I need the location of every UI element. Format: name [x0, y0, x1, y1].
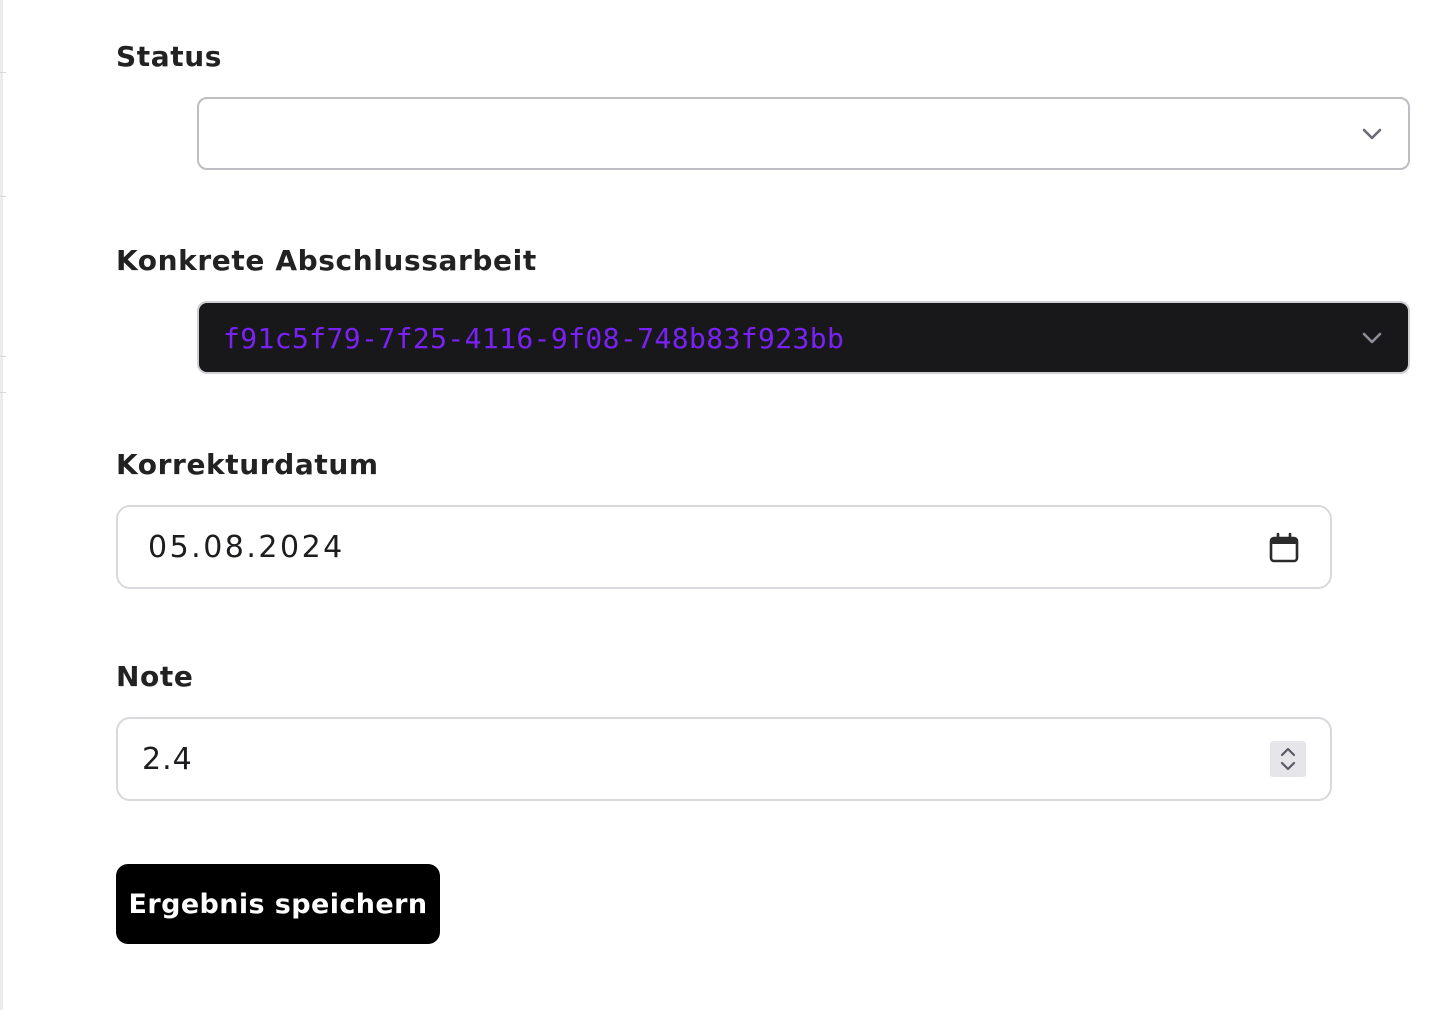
grade-value: 2.4	[142, 742, 193, 777]
edge-tick	[0, 72, 6, 73]
edge-tick	[0, 356, 6, 357]
edge-tick	[0, 392, 6, 393]
chevron-down-icon	[1362, 332, 1382, 344]
status-select[interactable]	[197, 97, 1410, 170]
thesis-select[interactable]: f91c5f79-7f25-4116-9f08-748b83f923bb	[197, 301, 1410, 374]
correction-date-input[interactable]: 05.08.2024	[116, 505, 1332, 589]
thesis-select-value: f91c5f79-7f25-4116-9f08-748b83f923bb	[223, 322, 845, 355]
left-panel-edge	[0, 0, 3, 1010]
correction-date-label: Korrekturdatum	[116, 448, 379, 481]
status-label: Status	[116, 40, 223, 73]
grade-label: Note	[116, 660, 194, 693]
save-result-button[interactable]: Ergebnis speichern	[116, 864, 440, 944]
correction-date-value: 05.08.2024	[148, 530, 345, 565]
grade-input[interactable]: 2.4	[116, 717, 1332, 801]
calendar-icon[interactable]	[1268, 532, 1300, 564]
spinner-arrows-icon[interactable]	[1270, 741, 1306, 777]
edge-tick	[0, 196, 6, 197]
thesis-label: Konkrete Abschlussarbeit	[116, 244, 537, 277]
chevron-down-icon	[1362, 128, 1382, 140]
